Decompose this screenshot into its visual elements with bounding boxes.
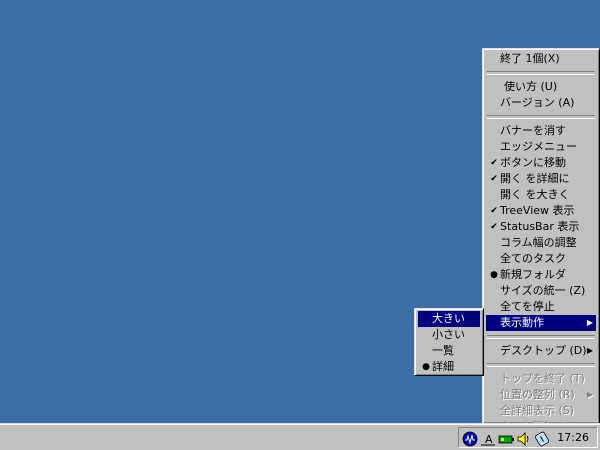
menu-item-treeview[interactable]: ✔ TreeView 表示	[486, 203, 596, 219]
menu-item-label: 終了 1個(X)	[500, 52, 560, 65]
checkmark-icon: ✔	[490, 222, 498, 232]
menu-separator	[487, 115, 595, 119]
menu-separator	[487, 363, 595, 367]
menu-item-open-large[interactable]: 開く を大きく	[486, 187, 596, 203]
menu-item-statusbar[interactable]: ✔ StatusBar 表示	[486, 219, 596, 235]
menu-item-label: StatusBar 表示	[500, 220, 580, 233]
menu-item-label: ボタンに移動	[500, 156, 566, 169]
menu-item-hide-banner[interactable]: バナーを消す	[486, 123, 596, 139]
menu-item-label: 位置の整列 (R)	[500, 388, 575, 401]
submenu-item-large[interactable]: 大きい	[418, 311, 480, 327]
menu-item-display-action[interactable]: 表示動作 ▶	[486, 315, 596, 331]
menu-item-move-to-button[interactable]: ✔ ボタンに移動	[486, 155, 596, 171]
radio-dot-icon: ●	[490, 270, 498, 280]
menu-separator	[487, 335, 595, 339]
menu-item-label: 全てを停止	[500, 300, 555, 313]
submenu-item-list[interactable]: 一覧	[418, 343, 480, 359]
menu-item-stop-all[interactable]: 全てを停止	[486, 299, 596, 315]
menu-item-column-width[interactable]: コラム幅の調整	[486, 235, 596, 251]
checkmark-icon: ✔	[490, 206, 498, 216]
svg-text:A: A	[485, 433, 493, 446]
menu-item-label: デスクトップ (D)	[500, 344, 587, 357]
menu-item-arrange-position: 位置の整列 (R) ▶	[486, 387, 596, 403]
radio-dot-icon: ●	[422, 362, 430, 372]
system-tray: A 17:26	[458, 427, 598, 448]
checkmark-icon: ✔	[490, 158, 498, 168]
taskbar: A 17:26	[0, 423, 600, 450]
menu-item-label: バージョン (A)	[500, 96, 575, 109]
menu-item-all-tasks[interactable]: 全てのタスク	[486, 251, 596, 267]
menu-item-label: コラム幅の調整	[500, 236, 577, 249]
menu-item-usage[interactable]: 使い方 (U)	[486, 79, 596, 95]
submenu-arrow-icon: ▶	[586, 346, 593, 355]
menu-item-label: 開く を詳細に	[500, 172, 570, 185]
text-icon[interactable]: A	[480, 431, 496, 447]
tool-icon[interactable]	[534, 431, 550, 447]
submenu-item-small[interactable]: 小さい	[418, 327, 480, 343]
submenu-arrow-icon: ▶	[586, 390, 593, 399]
menu-item-label: 詳細	[432, 360, 454, 373]
menu-item-exit[interactable]: 終了 1個(X)	[486, 51, 596, 67]
menu-item-label: 全てのタスク	[500, 252, 566, 265]
menu-item-open-detail[interactable]: ✔ 開く を詳細に	[486, 171, 596, 187]
menu-item-label: TreeView 表示	[500, 204, 575, 217]
menu-item-show-all-details: 全詳細表示 (S)	[486, 403, 596, 419]
menu-item-uniform-size[interactable]: サイズの統一 (Z)	[486, 283, 596, 299]
menu-item-label: エッジメニュー	[500, 140, 577, 153]
menu-item-label: 全詳細表示 (S)	[500, 404, 575, 417]
menu-item-desktop[interactable]: デスクトップ (D) ▶	[486, 343, 596, 359]
menu-item-label: 大きい	[432, 312, 465, 325]
menu-item-exit-top: トップを終了 (T)	[486, 371, 596, 387]
submenu-item-details[interactable]: ● 詳細	[418, 359, 480, 375]
menu-item-new-folder[interactable]: ● 新規フォルダ	[486, 267, 596, 283]
menu-item-label: 小さい	[432, 328, 465, 341]
display-action-submenu: 大きい 小さい 一覧 ● 詳細	[414, 308, 484, 376]
menu-item-version[interactable]: バージョン (A)	[486, 95, 596, 111]
clock[interactable]: 17:26	[557, 428, 589, 448]
menu-item-label: バナーを消す	[500, 124, 566, 137]
menu-separator	[487, 71, 595, 75]
menu-item-label: 新規フォルダ	[500, 268, 566, 281]
checkmark-icon: ✔	[490, 174, 498, 184]
menu-item-label: トップを終了 (T)	[500, 372, 585, 385]
menu-item-label: 表示動作	[500, 316, 544, 329]
network-icon[interactable]	[462, 431, 478, 447]
menu-item-label: 使い方 (U)	[504, 80, 558, 93]
submenu-arrow-icon: ▶	[586, 318, 593, 327]
menu-item-label: 開く を大きく	[500, 188, 570, 201]
menu-item-label: サイズの統一 (Z)	[500, 284, 586, 297]
menu-item-label: 一覧	[432, 344, 454, 357]
battery-icon[interactable]	[498, 431, 514, 447]
menu-item-edge-menu[interactable]: エッジメニュー	[486, 139, 596, 155]
context-menu: 終了 1個(X) 使い方 (U) バージョン (A) バナーを消す エッジメニュ…	[482, 48, 600, 433]
speaker-icon[interactable]	[516, 431, 532, 447]
